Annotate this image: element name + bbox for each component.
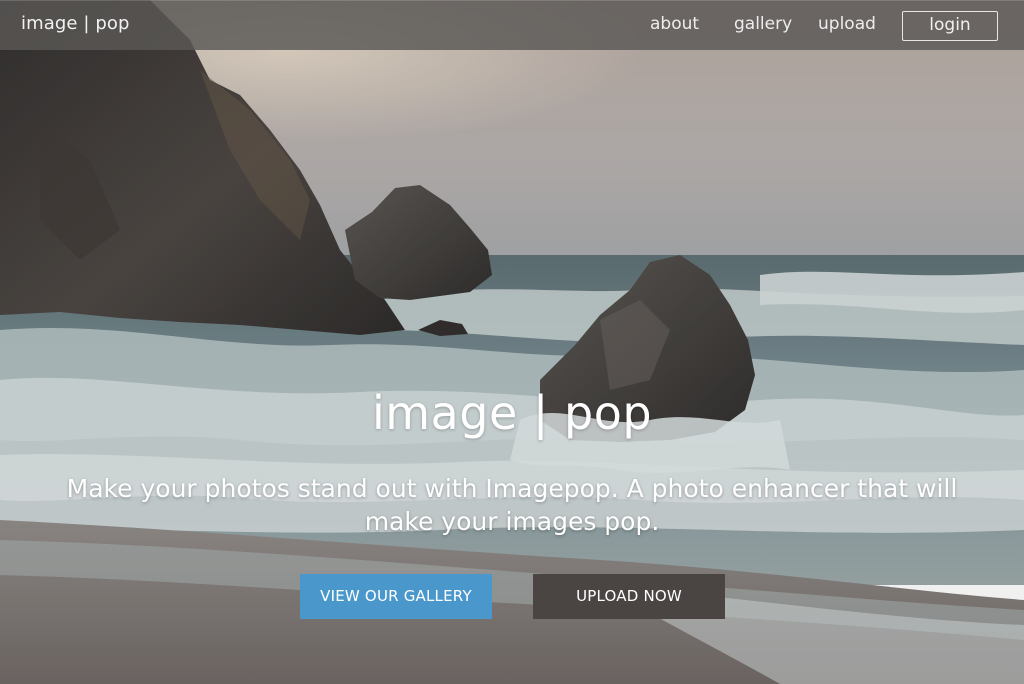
top-navbar: image | pop about gallery upload login [0,0,1024,50]
upload-now-button[interactable]: UPLOAD NOW [533,574,725,619]
hero-background-image [0,0,1024,684]
landing-page: image | pop about gallery upload login i… [0,0,1024,684]
login-button[interactable]: login [902,11,998,41]
brand-logo-link[interactable]: image | pop [21,13,130,34]
nav-link-about[interactable]: about [650,14,699,34]
nav-link-gallery[interactable]: gallery [734,14,792,34]
view-gallery-button[interactable]: VIEW OUR GALLERY [300,574,492,619]
hero-tagline: Make your photos stand out with Imagepop… [66,474,958,536]
hero-title: image | pop [371,386,653,440]
nav-link-upload[interactable]: upload [818,14,876,34]
